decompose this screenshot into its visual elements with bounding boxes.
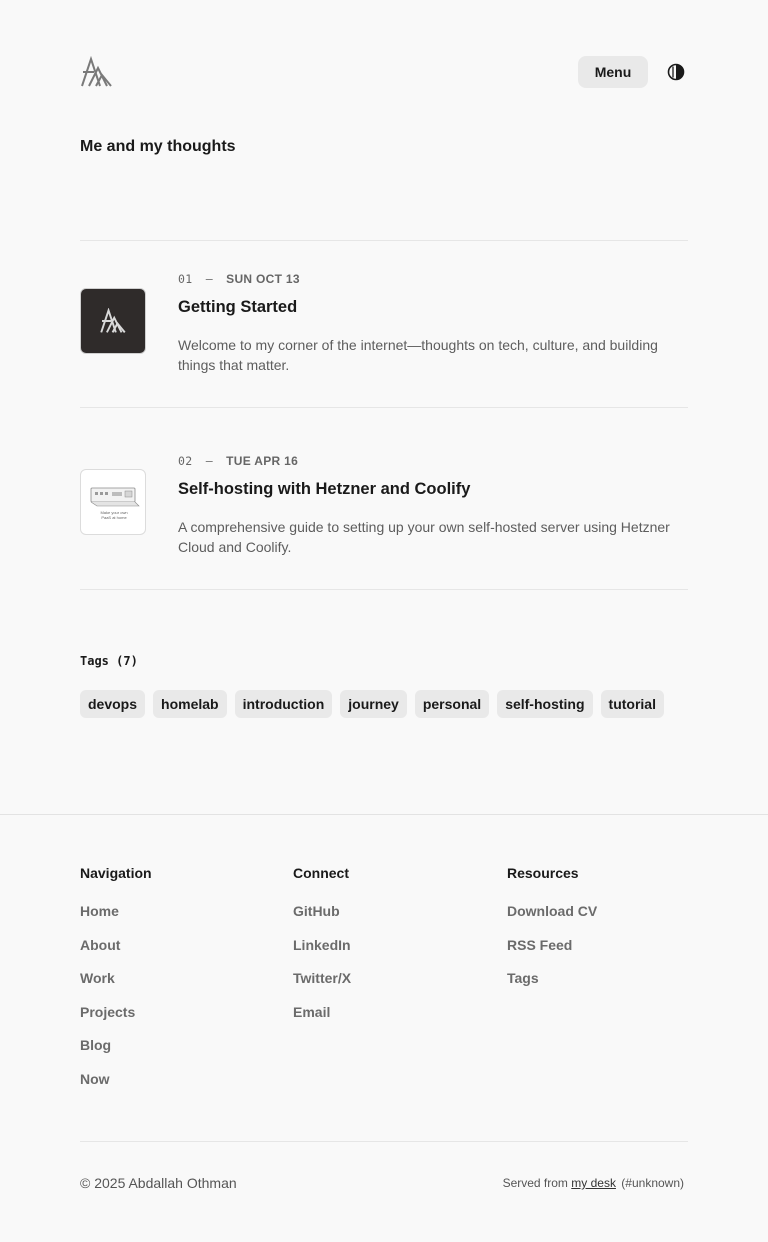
footer-link-home[interactable]: Home (80, 902, 152, 920)
menu-button[interactable]: Menu (578, 56, 648, 88)
tag-chip[interactable]: self-hosting (497, 690, 593, 718)
footer-link-email[interactable]: Email (293, 1003, 351, 1021)
post-meta: 02 – TUE APR 16 (178, 454, 298, 468)
post-separator: – (205, 454, 213, 468)
thumb-caption: Make your own PaaS at home (100, 510, 128, 520)
tag-chip[interactable]: devops (80, 690, 146, 718)
tag-chip[interactable]: homelab (153, 690, 227, 718)
served-from: Served from my desk (#unknown) (503, 1176, 684, 1190)
footer-link-projects[interactable]: Projects (80, 1003, 152, 1021)
post-index: 01 (178, 272, 193, 286)
footer-link-github[interactable]: GitHub (293, 902, 351, 920)
footer-link-download-cv[interactable]: Download CV (507, 902, 597, 920)
tags-heading: Tags (7) (80, 654, 138, 668)
footer-link-about[interactable]: About (80, 936, 152, 954)
theme-toggle[interactable] (666, 62, 686, 82)
footer-heading: Connect (293, 865, 349, 881)
footer-link-linkedin[interactable]: LinkedIn (293, 936, 351, 954)
author-monogram-logo-icon (81, 55, 112, 87)
footer-link-tags[interactable]: Tags (507, 969, 597, 987)
footer-resources: Resources Download CV RSS Feed Tags (507, 864, 597, 1003)
post-separator: – (205, 272, 213, 286)
tag-list: devops homelab introduction journey pers… (80, 690, 664, 718)
page-title: Me and my thoughts (80, 138, 236, 155)
copyright: © 2025 Abdallah Othman (80, 1175, 237, 1191)
divider (80, 589, 688, 590)
post-title-link[interactable]: Getting Started (178, 298, 297, 317)
footer-link-twitter[interactable]: Twitter/X (293, 969, 351, 987)
tag-chip[interactable]: introduction (234, 690, 333, 718)
tag-chip[interactable]: tutorial (600, 690, 664, 718)
post-description: Welcome to my corner of the internet—tho… (178, 337, 658, 373)
footer-link-rss[interactable]: RSS Feed (507, 936, 597, 954)
contrast-half-circle-icon (667, 63, 685, 81)
served-link[interactable]: my desk (571, 1176, 616, 1190)
tag-chip[interactable]: personal (414, 690, 490, 718)
served-suffix: (#unknown) (621, 1176, 684, 1190)
served-prefix: Served from (502, 1176, 568, 1190)
footer-heading: Resources (507, 865, 579, 881)
footer-navigation: Navigation Home About Work Projects Blog… (80, 864, 152, 1104)
post-date: TUE APR 16 (226, 454, 299, 468)
divider (80, 1141, 688, 1142)
post-thumbnail[interactable] (80, 288, 146, 354)
footer-link-blog[interactable]: Blog (80, 1036, 152, 1054)
server-illustration-icon (90, 487, 140, 507)
post-index: 02 (178, 454, 193, 468)
author-monogram-logo-icon (100, 308, 126, 333)
post-item[interactable]: Make your own PaaS at home 02 – TUE APR … (80, 408, 688, 589)
post-description: A comprehensive guide to setting up your… (178, 519, 670, 555)
post-thumbnail[interactable]: Make your own PaaS at home (80, 469, 146, 535)
footer-heading: Navigation (80, 865, 152, 881)
post-meta: 01 – SUN OCT 13 (178, 272, 300, 286)
footer-link-now[interactable]: Now (80, 1070, 152, 1088)
footer-link-work[interactable]: Work (80, 969, 152, 987)
site-logo[interactable] (80, 55, 113, 88)
footer-divider (0, 814, 768, 815)
post-date: SUN OCT 13 (226, 272, 300, 286)
tag-chip[interactable]: journey (340, 690, 407, 718)
footer-connect: Connect GitHub LinkedIn Twitter/X Email (293, 864, 351, 1036)
post-title-link[interactable]: Self-hosting with Hetzner and Coolify (178, 480, 470, 499)
post-item[interactable]: 01 – SUN OCT 13 Getting Started Welcome … (80, 241, 688, 407)
